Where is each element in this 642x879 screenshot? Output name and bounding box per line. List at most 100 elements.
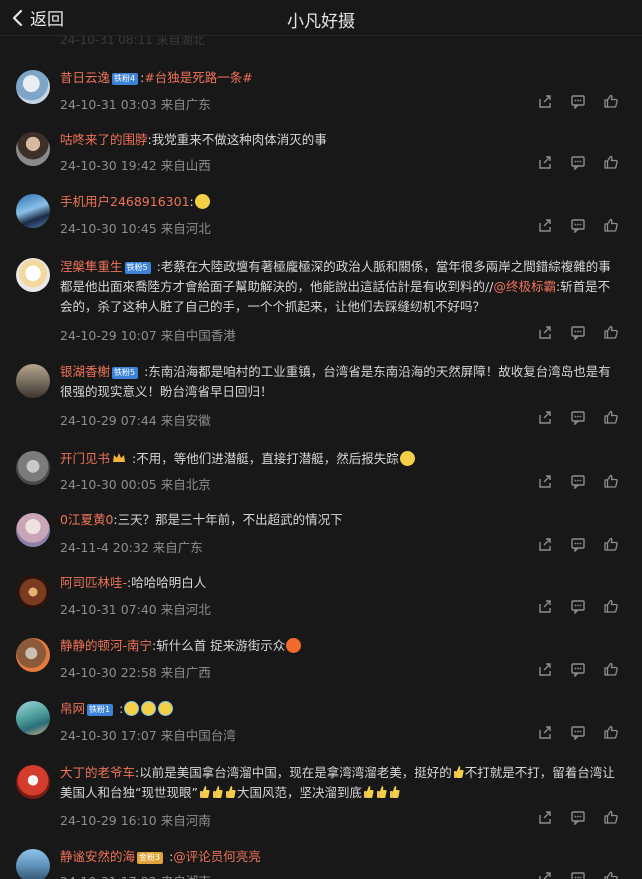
- avatar[interactable]: [16, 451, 50, 485]
- username-link[interactable]: 开门见书: [60, 451, 110, 466]
- username-link[interactable]: 0江夏黄0: [60, 512, 113, 527]
- comment-meta: 24-11-4 20:32 来自广东: [60, 537, 203, 556]
- location: 来自广西: [160, 665, 211, 680]
- comment-actions: [537, 661, 619, 677]
- reply-icon[interactable]: [570, 870, 586, 879]
- share-icon[interactable]: [537, 724, 553, 740]
- username-link[interactable]: 咕咚来了的围脖: [60, 132, 148, 147]
- thumbs-up-emoji: [224, 785, 237, 800]
- username-link[interactable]: 手机用户2468916301: [60, 194, 190, 209]
- username-link[interactable]: 静谧安然的海: [60, 849, 135, 864]
- avatar[interactable]: [16, 849, 50, 879]
- comment-actions: [537, 598, 619, 614]
- reply-icon[interactable]: [570, 217, 586, 233]
- avatar[interactable]: [16, 575, 50, 609]
- share-icon[interactable]: [537, 809, 553, 825]
- like-icon[interactable]: [603, 598, 619, 614]
- reply-icon[interactable]: [570, 473, 586, 489]
- share-icon[interactable]: [537, 93, 553, 109]
- reply-icon[interactable]: [570, 809, 586, 825]
- reply-icon[interactable]: [570, 154, 586, 170]
- reply-icon[interactable]: [570, 598, 586, 614]
- thumbs-up-emoji: [375, 785, 388, 800]
- timestamp: 24-10-29 16:10: [60, 813, 157, 828]
- location: 来自广东: [160, 97, 211, 112]
- location: 来自河北: [160, 602, 211, 617]
- like-icon[interactable]: [603, 217, 619, 233]
- comment-text: 咕咚来了的围脖:我党重来不做这种肉体消灭的事: [60, 130, 620, 150]
- like-icon[interactable]: [603, 661, 619, 677]
- avatar[interactable]: [16, 70, 50, 104]
- reply-icon[interactable]: [570, 724, 586, 740]
- comment-text: 0江夏黄0:三天？那是三十年前，不出超武的情况下: [60, 510, 620, 530]
- fan-badge[interactable]: 铁粉4: [112, 73, 139, 85]
- share-icon[interactable]: [537, 409, 553, 425]
- fan-badge[interactable]: 铁粉5: [124, 262, 151, 274]
- comment-meta: 24-10-30 10:45 来自河北: [60, 218, 211, 237]
- location: 来自安徽: [160, 413, 211, 428]
- like-icon[interactable]: [603, 154, 619, 170]
- username-link[interactable]: 阿司匹林哇-: [60, 575, 127, 590]
- mention-link[interactable]: @终极标霸: [493, 279, 556, 294]
- reply-icon[interactable]: [570, 93, 586, 109]
- topic-link[interactable]: #台独是死路一条#: [144, 70, 252, 85]
- reply-icon[interactable]: [570, 536, 586, 552]
- avatar[interactable]: [16, 364, 50, 398]
- thumbs-up-emoji: [362, 785, 375, 800]
- like-icon[interactable]: [603, 536, 619, 552]
- share-icon[interactable]: [537, 324, 553, 340]
- reply-icon[interactable]: [570, 409, 586, 425]
- like-icon[interactable]: [603, 809, 619, 825]
- username-link[interactable]: 帛网: [60, 701, 85, 716]
- comment-actions: [537, 217, 619, 233]
- timestamp: 24-10-30 22:58: [60, 665, 157, 680]
- like-icon[interactable]: [603, 724, 619, 740]
- username-link[interactable]: 静静的顿河-南宁: [60, 638, 152, 653]
- thumbs-up-emoji: [388, 785, 401, 800]
- comment-body-text: 斩什么首 捉来游街示众: [156, 638, 286, 653]
- like-icon[interactable]: [603, 409, 619, 425]
- location: 来自中国台湾: [160, 728, 236, 743]
- avatar[interactable]: [16, 701, 50, 735]
- comment-actions: [537, 154, 619, 170]
- share-icon[interactable]: [537, 154, 553, 170]
- share-icon[interactable]: [537, 217, 553, 233]
- username-link[interactable]: 银湖香榭: [60, 364, 110, 379]
- username-link[interactable]: 大丁的老爷车: [60, 765, 135, 780]
- avatar[interactable]: [16, 638, 50, 672]
- share-icon[interactable]: [537, 473, 553, 489]
- reply-icon[interactable]: [570, 324, 586, 340]
- avatar[interactable]: [16, 194, 50, 228]
- share-icon[interactable]: [537, 661, 553, 677]
- mention-link[interactable]: @评论员何亮亮: [173, 849, 261, 864]
- like-icon[interactable]: [603, 473, 619, 489]
- like-icon[interactable]: [603, 324, 619, 340]
- like-icon[interactable]: [603, 870, 619, 879]
- comment-body-text: 三天？那是三十年前，不出超武的情况下: [117, 512, 343, 527]
- comment-text: 银湖香榭 铁粉5 :东南沿海都是咱村的工业重镇，台湾省是东南沿海的天然屏障！故收复…: [60, 362, 620, 402]
- reply-icon[interactable]: [570, 661, 586, 677]
- avatar[interactable]: [16, 132, 50, 166]
- location: 来自北京: [160, 477, 211, 492]
- avatar[interactable]: [16, 258, 50, 292]
- avatar[interactable]: [16, 513, 50, 547]
- username-link[interactable]: 涅槃隼重生: [60, 259, 123, 274]
- share-icon[interactable]: [537, 870, 553, 879]
- laugh-cry-emoji: [158, 701, 174, 716]
- share-icon[interactable]: [537, 536, 553, 552]
- fan-badge[interactable]: 铁粉1: [87, 704, 114, 716]
- comment-actions: [537, 536, 619, 552]
- like-icon[interactable]: [603, 93, 619, 109]
- comment-text: 静静的顿河-南宁:斩什么首 捉来游街示众: [60, 636, 620, 656]
- neutral-face-emoji: [194, 194, 210, 209]
- fan-badge[interactable]: 金粉3: [137, 852, 164, 864]
- username-link[interactable]: 昔日云逸: [60, 70, 110, 85]
- fan-badge[interactable]: 铁粉5: [112, 367, 139, 379]
- location: 来自中国香港: [160, 328, 236, 343]
- top-nav-bar: 返回 小凡好摄: [0, 0, 642, 36]
- avatar[interactable]: [16, 765, 50, 799]
- comment-actions: [537, 473, 619, 489]
- share-icon[interactable]: [537, 598, 553, 614]
- separator: :: [189, 194, 194, 209]
- comment-actions: [537, 809, 619, 825]
